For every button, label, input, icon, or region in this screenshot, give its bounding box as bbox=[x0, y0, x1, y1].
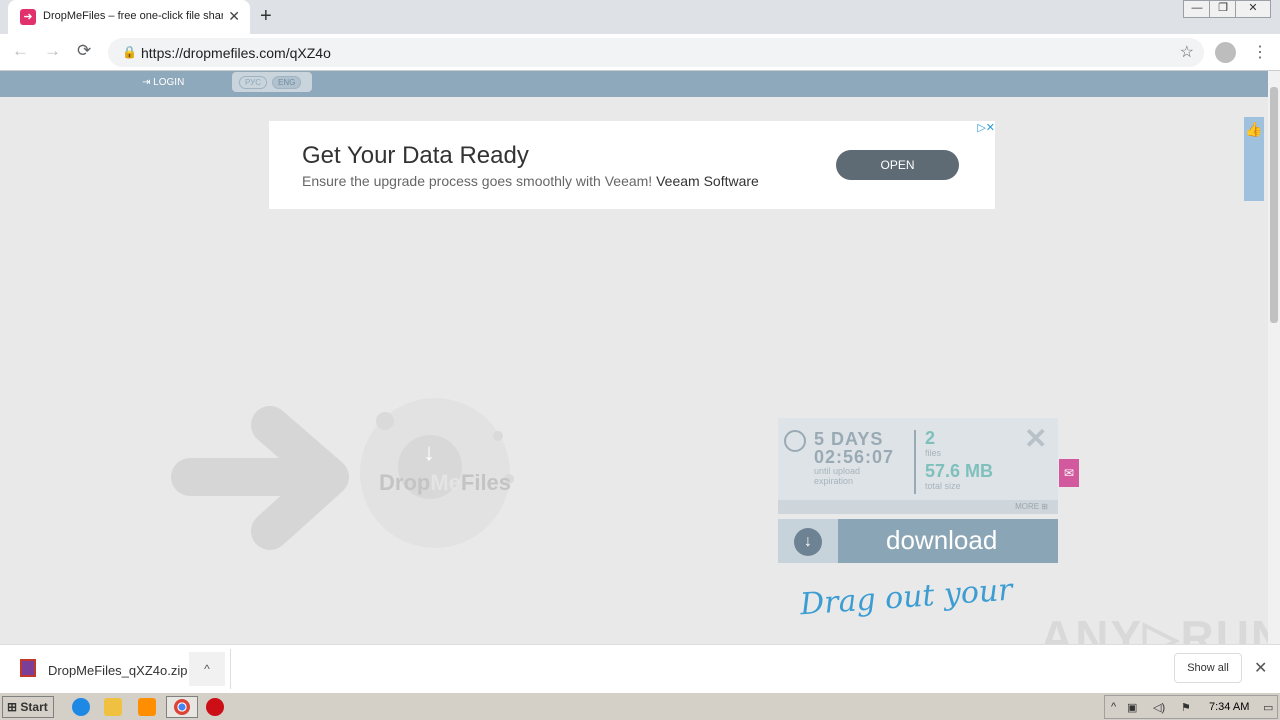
language-switch: РУС ENG bbox=[232, 72, 312, 92]
logo-arrow-icon: ↓ bbox=[423, 439, 435, 466]
dropmefiles-favicon-icon: ➜ bbox=[20, 9, 36, 25]
show-all-button[interactable]: Show all bbox=[1174, 653, 1242, 683]
logo-me: Me bbox=[430, 470, 461, 495]
download-shelf: DropMeFiles_qXZ4o.zip ^ Show all ✕ bbox=[0, 644, 1280, 692]
address-bar[interactable]: 🔒 https://dropmefiles.com/qXZ4o ☆ bbox=[108, 38, 1204, 67]
system-tray: ^ ▣ ◁) ⚑ 7:34 AM ▭ bbox=[1104, 695, 1278, 719]
panel-close-icon[interactable]: ✕ bbox=[1024, 422, 1047, 455]
shelf-divider bbox=[230, 649, 231, 689]
clock-icon bbox=[784, 430, 806, 452]
forward-button[interactable]: → bbox=[44, 41, 61, 61]
more-label: MORE bbox=[1015, 502, 1040, 511]
site-header: ⇥ LOGIN РУС ENG bbox=[0, 71, 1268, 97]
files-label: files bbox=[925, 448, 942, 458]
opera-icon[interactable] bbox=[206, 698, 224, 716]
internet-explorer-icon[interactable] bbox=[72, 698, 90, 716]
toolbar: ← → ⟳ 🔒 https://dropmefiles.com/qXZ4o ☆ … bbox=[0, 34, 1280, 71]
start-label: Start bbox=[20, 700, 48, 714]
expiration-time: 02:56:07 bbox=[814, 447, 895, 467]
ad-sponsor[interactable]: Veeam Software bbox=[656, 173, 759, 189]
lang-ru-button[interactable]: РУС bbox=[239, 76, 268, 89]
download-label: download bbox=[886, 525, 998, 555]
ad-description: Ensure the upgrade process goes smoothly… bbox=[302, 173, 759, 189]
windows-taskbar: ⊞ Start ^ ▣ ◁) ⚑ 7:34 AM ▭ bbox=[0, 692, 1280, 720]
lang-en-button[interactable]: ENG bbox=[272, 76, 302, 89]
more-strip: MORE ⊞ bbox=[778, 500, 1058, 514]
start-button[interactable]: ⊞ Start bbox=[2, 696, 54, 718]
zip-archive-icon bbox=[20, 659, 36, 677]
tray-expand-icon[interactable]: ^ bbox=[1111, 701, 1116, 713]
show-desktop-icon[interactable]: ▭ bbox=[1263, 701, 1273, 714]
logo-text: DropMeFiles bbox=[379, 470, 511, 496]
download-button[interactable]: ↓ download bbox=[778, 519, 1058, 563]
download-options-chevron-icon[interactable]: ^ bbox=[189, 652, 225, 686]
volume-icon[interactable]: ◁) bbox=[1153, 701, 1165, 714]
file-explorer-icon[interactable] bbox=[104, 698, 122, 716]
new-tab-button[interactable]: + bbox=[260, 5, 272, 28]
window-minimize-button[interactable]: — bbox=[1183, 0, 1211, 18]
tab-title: DropMeFiles – free one-click file sharin… bbox=[43, 10, 223, 22]
downloaded-file-name[interactable]: DropMeFiles_qXZ4o.zip bbox=[48, 663, 187, 678]
page-scrollbar[interactable] bbox=[1268, 71, 1280, 644]
ad-banner[interactable]: Get Your Data Ready Ensure the upgrade p… bbox=[269, 121, 995, 209]
tab-close-icon[interactable]: ✕ bbox=[228, 8, 240, 25]
network-icon[interactable]: ▣ bbox=[1127, 701, 1137, 714]
profile-avatar[interactable] bbox=[1215, 42, 1236, 63]
drag-out-text: Drag out your bbox=[799, 572, 1014, 623]
like-thumbs-up-icon[interactable]: 👍 bbox=[1244, 117, 1264, 201]
ad-title[interactable]: Get Your Data Ready bbox=[302, 142, 529, 170]
logo-files: Files bbox=[460, 470, 512, 495]
ad-desc-text: Ensure the upgrade process goes smoothly… bbox=[302, 173, 653, 189]
more-button[interactable]: MORE ⊞ bbox=[1015, 502, 1048, 511]
media-player-icon[interactable] bbox=[138, 698, 156, 716]
download-icon-box: ↓ bbox=[778, 519, 838, 563]
action-center-flag-icon[interactable]: ⚑ bbox=[1181, 701, 1191, 714]
login-label: LOGIN bbox=[153, 77, 185, 88]
back-button[interactable]: ← bbox=[12, 41, 29, 61]
browser-tab[interactable]: ➜ DropMeFiles – free one-click file shar… bbox=[8, 0, 250, 34]
files-count: 2 bbox=[925, 428, 936, 448]
panel-divider bbox=[914, 430, 916, 494]
tab-strip: ➜ DropMeFiles – free one-click file shar… bbox=[0, 0, 1280, 34]
url-text[interactable]: https://dropmefiles.com/qXZ4o bbox=[141, 45, 331, 61]
dropmefiles-logo: ↓ DropMeFiles bbox=[170, 395, 530, 555]
window-close-button[interactable]: ✕ bbox=[1235, 0, 1271, 18]
ad-open-button[interactable]: OPEN bbox=[836, 150, 959, 180]
login-link[interactable]: ⇥ LOGIN bbox=[142, 77, 184, 88]
adchoices-icon[interactable]: ▷✕ bbox=[977, 121, 995, 134]
scrollbar-thumb[interactable] bbox=[1270, 87, 1278, 323]
lock-icon[interactable]: 🔒 bbox=[122, 45, 137, 59]
feedback-icon[interactable]: ✉ bbox=[1059, 459, 1079, 487]
expiration-label: until upload expiration bbox=[814, 466, 861, 486]
total-size: 57.6 MB bbox=[925, 461, 994, 481]
reload-button[interactable]: ⟳ bbox=[77, 41, 91, 61]
browser-menu-icon[interactable]: ⋮ bbox=[1252, 42, 1268, 62]
download-arrow-icon: ↓ bbox=[794, 528, 822, 556]
chrome-icon bbox=[174, 699, 190, 715]
total-size-label: total size bbox=[925, 481, 961, 491]
window-restore-button[interactable]: ❐ bbox=[1209, 0, 1237, 18]
taskbar-clock[interactable]: 7:34 AM bbox=[1209, 701, 1249, 713]
logo-drop: Drop bbox=[379, 470, 431, 495]
chrome-taskbar-button[interactable] bbox=[166, 696, 198, 718]
shelf-close-icon[interactable]: ✕ bbox=[1254, 658, 1267, 678]
upload-info-panel: 5 DAYS 02:56:07 until upload expiration … bbox=[778, 418, 1058, 514]
bookmark-star-icon[interactable]: ☆ bbox=[1180, 42, 1194, 62]
